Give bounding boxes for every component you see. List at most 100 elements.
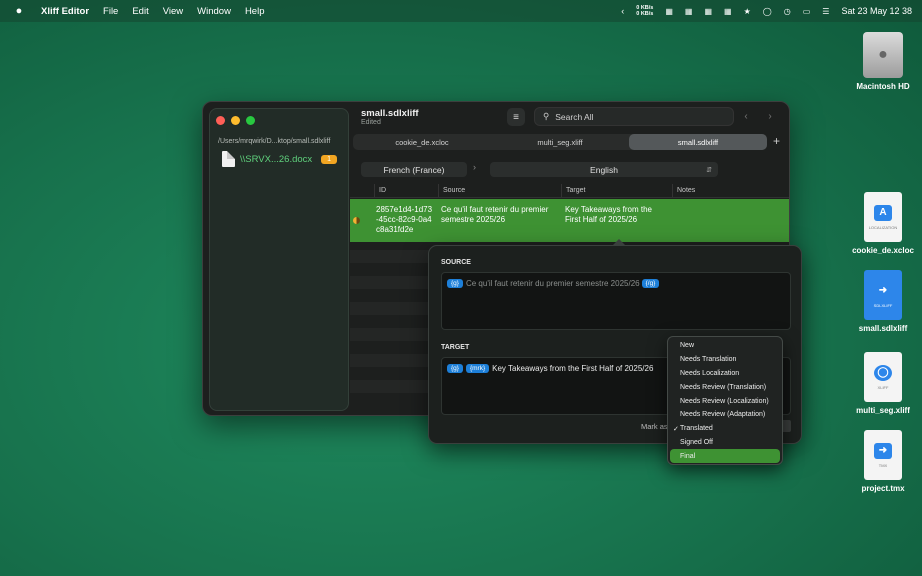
title-area: small.sdlxliff Edited — [361, 108, 419, 126]
empty-row — [350, 250, 430, 263]
close-window-button[interactable] — [216, 116, 225, 125]
menu-view[interactable]: View — [156, 6, 190, 17]
menu-item-label: Final — [680, 452, 696, 460]
cell-target: Key Takeaways from the First Half of 202… — [565, 205, 653, 224]
menu-bar: ● Xliff Editor File Edit View Window Hel… — [0, 0, 922, 22]
target-label: TARGET — [441, 344, 470, 351]
tab-small-sdlxliff[interactable]: small.sdlxliff — [629, 134, 767, 150]
target-text: Key Takeaways from the First Half of 202… — [492, 364, 654, 373]
file-type-label: SDLXLIFF — [873, 302, 893, 308]
filter-button[interactable]: ≡ — [507, 108, 525, 126]
disk-icon[interactable]: ▦ — [704, 7, 712, 16]
cell-notes — [672, 199, 782, 242]
status-cell — [350, 199, 372, 242]
menu-item-needs-review-translation[interactable]: Needs Review (Translation) — [670, 380, 780, 394]
sdlxliff-file-icon: ➜ SDLXLIFF — [864, 270, 902, 320]
source-tag-open: {g} — [447, 279, 463, 289]
status-menu: New Needs Translation Needs Localization… — [667, 336, 783, 465]
desktop-item-small-sdlxliff[interactable]: ➜ SDLXLIFF small.sdlxliff — [843, 270, 922, 333]
zoom-window-button[interactable] — [246, 116, 255, 125]
search-icon: ⚲ — [543, 111, 550, 121]
forward-button[interactable]: › — [761, 107, 779, 126]
sensor-icon[interactable]: ▦ — [724, 7, 732, 16]
column-target[interactable]: Target — [561, 184, 672, 197]
column-notes[interactable]: Notes — [672, 184, 789, 197]
desktop-item-label: project.tmx — [861, 484, 905, 493]
table-row-selected[interactable]: 2857e1d4-1d73-45cc-82c9-0a4c8a31fd2e Ce … — [350, 199, 789, 242]
back-button[interactable]: ‹ — [737, 107, 755, 126]
desktop-item-multi-seg-xliff[interactable]: ◯ XLIFF multi_seg.xliff — [843, 352, 922, 415]
menu-item-new[interactable]: New — [670, 339, 780, 353]
menu-item-needs-review-localization[interactable]: Needs Review (Localization) — [670, 394, 780, 408]
target-language-select[interactable]: English ⇵ — [490, 162, 718, 177]
menu-item-final[interactable]: Final — [670, 449, 780, 464]
apple-menu-icon[interactable]: ● — [12, 5, 26, 17]
wifi-icon[interactable]: ◯ — [763, 7, 772, 16]
cpu-icon[interactable]: ▦ — [665, 7, 673, 16]
desktop-item-label: Macintosh HD — [856, 82, 910, 91]
network-stats[interactable]: 0 KB/s 0 KB/s — [636, 5, 653, 17]
search-placeholder: Search All — [555, 111, 594, 122]
source-tag-close: {/g} — [641, 279, 660, 289]
empty-row — [350, 328, 430, 341]
sidebar-file-item[interactable]: \\SRVX...26.docx 1 — [222, 151, 338, 167]
column-id[interactable]: ID — [374, 184, 438, 197]
control-center-icon[interactable]: ☰ — [822, 7, 829, 16]
empty-row — [350, 354, 430, 367]
menu-window[interactable]: Window — [190, 6, 238, 17]
app-menu[interactable]: Xliff Editor — [34, 6, 96, 17]
add-tab-button[interactable]: + — [773, 134, 780, 148]
desktop-item-label: cookie_de.xcloc — [852, 246, 914, 255]
table-header: ID Source Target Notes — [350, 184, 789, 198]
file-type-label: XLIFF — [877, 384, 889, 390]
tab-multi-seg-xliff[interactable]: multi_seg.xliff — [491, 134, 629, 150]
globe-icon: ◯ — [874, 364, 892, 381]
hard-drive-icon: ● — [863, 32, 903, 78]
empty-row — [350, 380, 430, 393]
minimize-window-button[interactable] — [231, 116, 240, 125]
target-tag-g: {g} — [447, 364, 463, 374]
desktop-item-macintosh-hd[interactable]: ● Macintosh HD — [843, 32, 922, 91]
checkmark-icon: ✓ — [673, 425, 679, 433]
sidebar: /Users/mrqwirk/D...ktop/small.sdlxliff \… — [209, 108, 349, 411]
cell-source: Ce qu'il faut retenir du premier semestr… — [441, 205, 549, 224]
cell-id: 2857e1d4-1d73-45cc-82c9-0a4c8a31fd2e — [376, 205, 433, 234]
menu-item-label: Needs Translation — [680, 356, 737, 364]
menu-item-label: Translated — [680, 425, 713, 433]
menu-file[interactable]: File — [96, 6, 125, 17]
xliff-file-icon: ◯ XLIFF — [864, 352, 902, 402]
search-field[interactable]: ⚲ Search All — [534, 107, 734, 126]
file-type-label: TMX — [878, 462, 888, 468]
menu-item-needs-review-adaptation[interactable]: Needs Review (Adaptation) — [670, 408, 780, 422]
menu-edit[interactable]: Edit — [125, 6, 155, 17]
battery-icon[interactable]: ▭ — [803, 7, 811, 16]
status-column-header — [350, 184, 374, 197]
document-icon — [222, 151, 235, 167]
source-language-select[interactable]: French (France) — [361, 162, 467, 177]
menu-item-label: Needs Review (Adaptation) — [680, 411, 766, 419]
sidebar-file-path: /Users/mrqwirk/D...ktop/small.sdlxliff — [218, 138, 331, 145]
desktop-item-cookie-de-xcloc[interactable]: A LOCALIZATION cookie_de.xcloc — [843, 192, 922, 255]
menu-item-needs-localization[interactable]: Needs Localization — [670, 367, 780, 381]
window-title: small.sdlxliff — [361, 108, 419, 119]
column-source[interactable]: Source — [438, 184, 561, 197]
segment-count-badge: 1 — [321, 154, 338, 164]
menubar-datetime[interactable]: Sat 23 May 12 38 — [841, 6, 912, 16]
menu-item-label: Needs Review (Translation) — [680, 383, 767, 391]
menu-item-translated[interactable]: ✓ Translated — [670, 422, 780, 436]
clock-icon[interactable]: ◷ — [784, 7, 791, 16]
script-icon[interactable]: ★ — [744, 7, 751, 16]
memory-icon[interactable]: ▦ — [685, 7, 693, 16]
chevron-left-icon[interactable]: ‹ — [621, 6, 624, 16]
menu-item-label: New — [680, 342, 695, 350]
tab-cookie-de-xcloc[interactable]: cookie_de.xcloc — [353, 134, 491, 150]
translate-glyph-icon: A — [874, 204, 892, 221]
target-tag-mrk: {mrk} — [465, 364, 490, 374]
desktop-item-project-tmx[interactable]: ➜ TMX project.tmx — [843, 430, 922, 493]
localization-file-icon: A LOCALIZATION — [864, 192, 902, 242]
menu-item-signed-off[interactable]: Signed Off — [670, 436, 780, 450]
window-controls — [216, 116, 255, 125]
source-text-box: {g} Ce qu'il faut retenir du premier seme… — [441, 272, 791, 330]
menu-help[interactable]: Help — [238, 6, 272, 17]
menu-item-needs-translation[interactable]: Needs Translation — [670, 353, 780, 367]
